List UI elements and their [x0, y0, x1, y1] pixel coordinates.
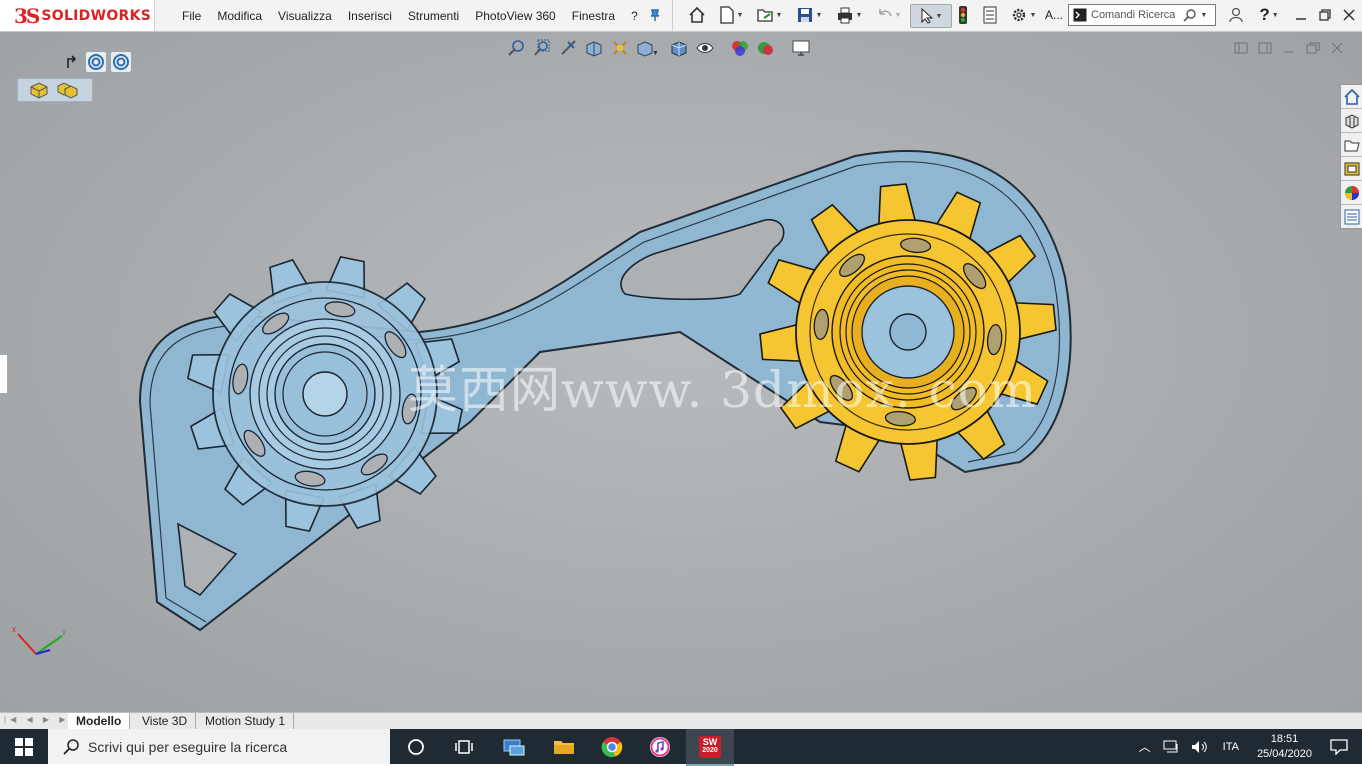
- chrome-icon[interactable]: [588, 729, 636, 764]
- show-hidden-icons-icon[interactable]: ︿: [1139, 738, 1151, 755]
- command-search-box[interactable]: Comandi Ricerca ▼: [1068, 4, 1216, 26]
- sw-icon-glyph: SW: [702, 737, 718, 747]
- model-tabs-bar: |◀ ◀ ▶ ▶| Modello Viste 3D Motion Study …: [0, 712, 1362, 730]
- menu-bar: 3S SOLIDWORKS File Modifica Visualizza I…: [0, 0, 1362, 32]
- tab-scroll-arrows[interactable]: |◀ ◀ ▶ ▶|: [4, 715, 75, 724]
- input-language[interactable]: ITA: [1223, 741, 1239, 753]
- user-icon[interactable]: [1226, 4, 1246, 26]
- taskbar-clock[interactable]: 18:51 25/04/2020: [1257, 732, 1312, 762]
- clock-date: 25/04/2020: [1256, 747, 1312, 760]
- notification-icon[interactable]: [1330, 738, 1348, 755]
- print-button[interactable]: ▼: [832, 4, 866, 26]
- minimize-button[interactable]: [1292, 4, 1310, 26]
- file-explorer-icon[interactable]: [540, 729, 588, 764]
- tab-modello[interactable]: Modello: [68, 713, 131, 729]
- menu-file[interactable]: File: [182, 9, 201, 23]
- home-icon[interactable]: [686, 4, 708, 26]
- file-properties-icon[interactable]: [980, 4, 1000, 26]
- clock-time: 18:51: [1270, 732, 1299, 745]
- ds-logo-mark: 3S: [14, 3, 40, 28]
- solidworks-taskbar-icon[interactable]: SW 2020: [686, 729, 734, 766]
- windows-taskbar: Scrivi qui per eseguire la ricerca SW 20…: [0, 729, 1362, 766]
- coordinate-triad: x y: [12, 625, 66, 655]
- sw-version-badge: 2020: [702, 747, 718, 754]
- cortana-icon[interactable]: [392, 729, 440, 764]
- network-app-icon[interactable]: [490, 729, 538, 764]
- select-tool-button[interactable]: ▼: [910, 4, 952, 28]
- pulley-cage-model[interactable]: x y: [0, 32, 1362, 712]
- left-jockey-wheel: [186, 255, 464, 533]
- menu-strumenti[interactable]: Strumenti: [408, 9, 459, 23]
- graphics-area[interactable]: ▼ x y 莫西网www. 3dmox. com: [0, 32, 1362, 712]
- network-icon[interactable]: [1163, 740, 1181, 754]
- start-button[interactable]: [0, 729, 48, 764]
- restore-button[interactable]: [1316, 4, 1334, 26]
- menu-modifica[interactable]: Modifica: [217, 9, 262, 23]
- menu-finestra[interactable]: Finestra: [572, 9, 615, 23]
- pin-icon[interactable]: [646, 4, 664, 26]
- volume-icon[interactable]: [1191, 740, 1209, 754]
- solidworks-logo[interactable]: 3S SOLIDWORKS: [0, 0, 155, 31]
- close-button[interactable]: [1340, 4, 1358, 26]
- menu-visualizza[interactable]: Visualizza: [278, 9, 332, 23]
- itunes-icon[interactable]: [636, 729, 684, 764]
- taskbar-search-placeholder: Scrivi qui per eseguire la ricerca: [88, 738, 288, 755]
- svg-text:y: y: [62, 627, 66, 636]
- svg-text:x: x: [12, 625, 16, 634]
- undo-button[interactable]: ▼: [872, 4, 906, 26]
- main-menu: File Modifica Visualizza Inserisci Strum…: [182, 0, 654, 31]
- tab-viste-3d[interactable]: Viste 3D: [134, 713, 197, 729]
- menu-help[interactable]: ?: [631, 9, 638, 23]
- menu-photoview[interactable]: PhotoView 360: [475, 9, 556, 23]
- tab-motion-study[interactable]: Motion Study 1: [197, 713, 295, 729]
- command-prompt-icon: [1073, 8, 1087, 22]
- system-tray: ︿ ITA 18:51 25/04/2020: [1131, 729, 1362, 764]
- search-label: Comandi Ricerca: [1091, 9, 1176, 21]
- save-button[interactable]: ▼: [792, 4, 826, 26]
- help-button[interactable]: ? ▼: [1252, 4, 1286, 26]
- search-icon: [63, 738, 79, 755]
- help-icon: ?: [1259, 5, 1270, 24]
- open-document-button[interactable]: ▼: [752, 4, 786, 26]
- brand-name: SOLIDWORKS: [41, 7, 152, 24]
- menu-inserisci[interactable]: Inserisci: [348, 9, 392, 23]
- options-gear-button[interactable]: ▼: [1006, 4, 1040, 26]
- taskbar-search-box[interactable]: Scrivi qui per eseguire la ricerca: [48, 729, 390, 764]
- windows-logo-icon: [15, 737, 33, 756]
- new-document-button[interactable]: ▼: [714, 4, 748, 26]
- more-commands-button[interactable]: A...: [1044, 4, 1064, 26]
- search-icon: [1183, 9, 1197, 22]
- chevron-down-icon: ▼: [1200, 11, 1208, 19]
- task-view-icon[interactable]: [440, 729, 488, 764]
- rebuild-traffic-light-icon[interactable]: [954, 4, 972, 26]
